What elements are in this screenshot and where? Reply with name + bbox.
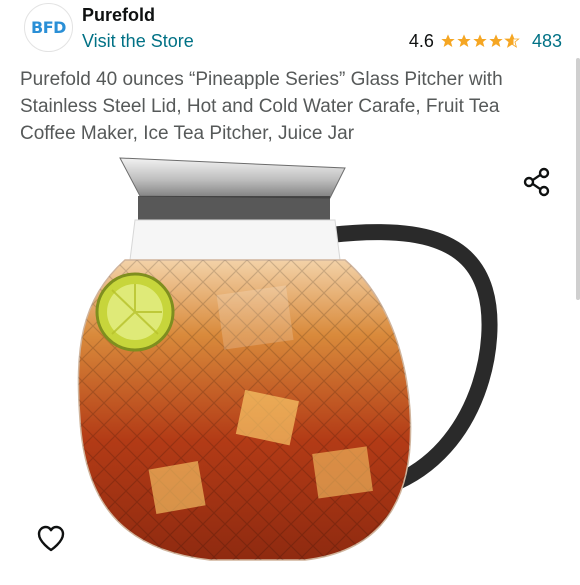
star-icon	[473, 34, 487, 47]
star-icon	[441, 34, 455, 47]
product-image[interactable]	[60, 150, 520, 580]
store-header: BFD Purefold Visit the Store 4.6 483	[0, 0, 580, 62]
share-icon[interactable]	[521, 166, 553, 198]
pitcher-illustration	[77, 157, 498, 561]
rating-value: 4.6	[408, 30, 434, 51]
rating-summary[interactable]: 4.6 483	[409, 31, 562, 51]
star-icon	[489, 34, 503, 47]
star-half-icon	[504, 33, 520, 48]
store-name[interactable]: Purefold	[82, 5, 155, 26]
visit-store-link[interactable]: Visit the Store	[82, 31, 194, 52]
store-logo[interactable]: BFD	[24, 3, 73, 52]
scrollbar[interactable]	[576, 58, 580, 300]
rating-count[interactable]: 483	[532, 31, 562, 52]
star-icon	[457, 34, 471, 47]
heart-icon[interactable]	[35, 522, 67, 554]
store-logo-text: BFD	[31, 18, 66, 37]
rating-stars	[440, 33, 520, 49]
product-title: Purefold 40 ounces “Pineapple Series” Gl…	[20, 69, 503, 144]
